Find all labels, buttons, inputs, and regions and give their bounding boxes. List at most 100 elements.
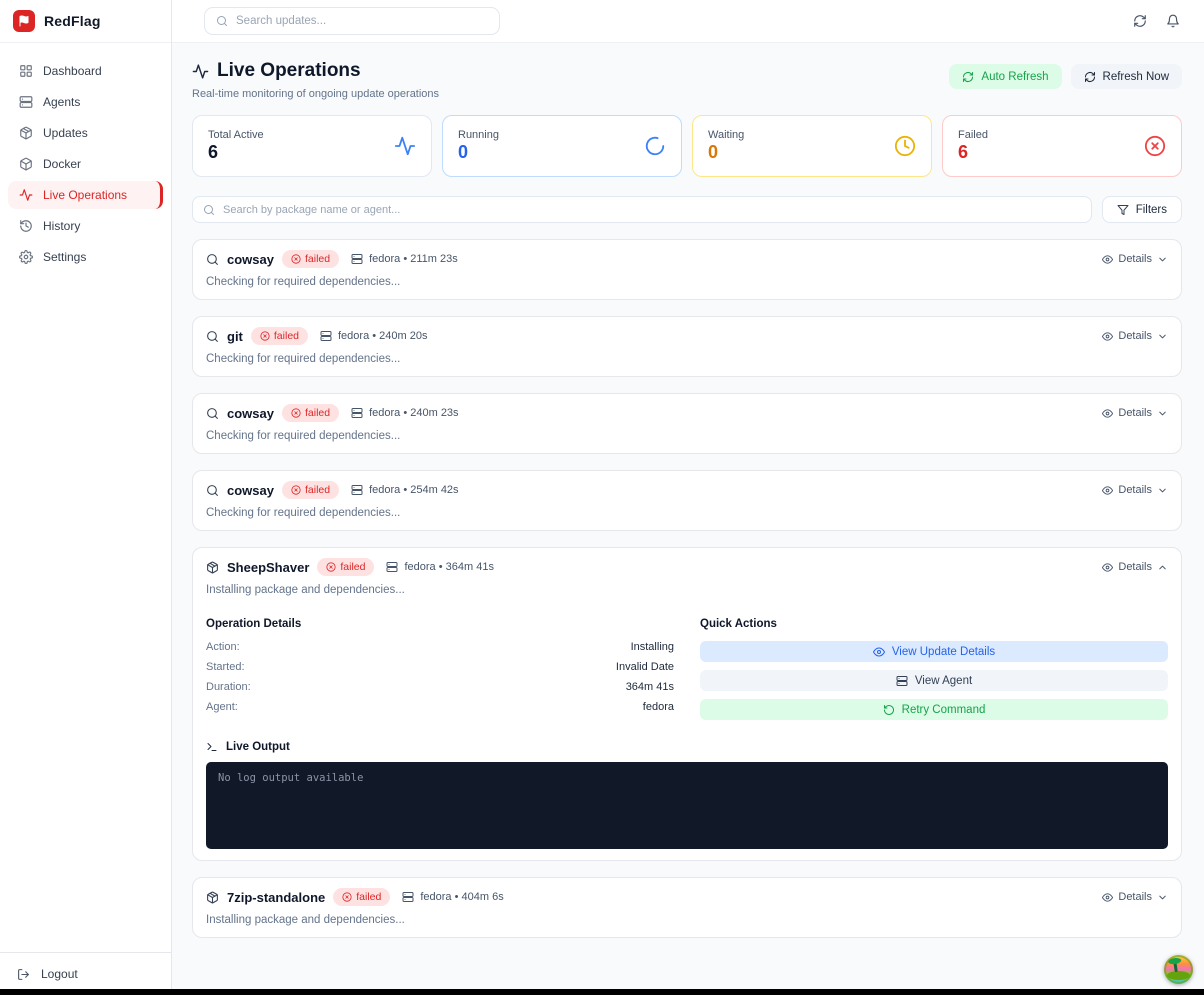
log-console[interactable]: No log output available: [206, 762, 1168, 849]
stats-row: Total Active6Running0Waiting0Failed6: [192, 115, 1182, 177]
stat-card-total-active: Total Active6: [192, 115, 432, 177]
live-output-title: Live Output: [206, 741, 1168, 753]
loader-icon: [644, 135, 666, 157]
stat-card-failed: Failed6: [942, 115, 1182, 177]
status-badge: failed: [282, 250, 339, 268]
server-icon: [351, 407, 363, 419]
expanded-panel: Operation DetailsAction:InstallingStarte…: [206, 618, 1168, 728]
island-icon: [1167, 971, 1190, 980]
logout-icon: [17, 968, 30, 981]
page-header: Live Operations Real-time monitoring of …: [192, 60, 1182, 100]
sidebar-item-agents[interactable]: Agents: [8, 88, 163, 116]
operation-card-git: gitfailedfedora • 240m 20sDetailsCheckin…: [192, 316, 1182, 377]
operation-header: cowsayfailedfedora • 240m 23sDetails: [206, 404, 1168, 422]
package-icon: [19, 126, 33, 140]
details-button[interactable]: Details: [1102, 891, 1168, 903]
status-badge: failed: [333, 888, 390, 906]
sidebar-item-live-operations[interactable]: Live Operations: [8, 181, 163, 209]
chevron-down-icon: [1157, 254, 1168, 265]
sidebar-item-docker[interactable]: Docker: [8, 150, 163, 178]
chevron-down-icon: [1157, 892, 1168, 903]
refresh-icon[interactable]: [1133, 14, 1147, 28]
refresh-icon: [1084, 71, 1096, 83]
operation-header: cowsayfailedfedora • 254m 42sDetails: [206, 481, 1168, 499]
main-area: Live Operations Real-time monitoring of …: [172, 0, 1204, 995]
global-search: [204, 7, 500, 35]
status-badge: failed: [317, 558, 374, 576]
eye-icon: [1102, 408, 1113, 419]
eye-icon: [1102, 331, 1113, 342]
package-icon: [206, 891, 219, 904]
eye-icon: [1102, 485, 1113, 496]
details-button[interactable]: Details: [1102, 407, 1168, 419]
detail-value: Invalid Date: [616, 661, 674, 673]
operation-card-cowsay: cowsayfailedfedora • 240m 23sDetailsChec…: [192, 393, 1182, 454]
operation-name: cowsay: [227, 483, 274, 498]
header-actions: Auto Refresh Refresh Now: [949, 64, 1182, 89]
operation-message: Installing package and dependencies...: [206, 584, 1168, 596]
stat-label: Running: [458, 129, 499, 141]
detail-row: Duration:364m 41s: [206, 681, 674, 693]
operation-name: git: [227, 329, 243, 344]
palm-tree-icon: [1173, 961, 1178, 972]
stat-value: 0: [708, 142, 744, 164]
bottom-bar: [0, 989, 1204, 995]
refresh-now-button[interactable]: Refresh Now: [1071, 64, 1182, 89]
stat-label: Failed: [958, 129, 988, 141]
sidebar-item-settings[interactable]: Settings: [8, 243, 163, 271]
sidebar-item-history[interactable]: History: [8, 212, 163, 240]
details-button[interactable]: Details: [1102, 330, 1168, 342]
server-icon: [896, 675, 908, 687]
sidebar-item-label: History: [43, 219, 80, 233]
stat-value: 0: [458, 142, 499, 164]
page-subtitle: Real-time monitoring of ongoing update o…: [192, 88, 439, 100]
view-agent-button[interactable]: View Agent: [700, 670, 1168, 691]
history-icon: [19, 219, 33, 233]
search-icon: [206, 253, 219, 266]
search-icon: [203, 204, 215, 216]
bell-icon[interactable]: [1166, 14, 1180, 28]
global-search-input[interactable]: [236, 15, 488, 27]
sidebar-item-dashboard[interactable]: Dashboard: [8, 57, 163, 85]
chevron-down-icon: [1157, 485, 1168, 496]
details-button[interactable]: Details: [1102, 561, 1168, 573]
view-update-details-button[interactable]: View Update Details: [700, 641, 1168, 662]
details-button[interactable]: Details: [1102, 484, 1168, 496]
operation-header: 7zip-standalonefailedfedora • 404m 6sDet…: [206, 888, 1168, 906]
sidebar-item-label: Updates: [43, 126, 88, 140]
operations-search-input[interactable]: [223, 204, 1081, 216]
stat-value: 6: [958, 142, 988, 164]
operation-meta: fedora • 211m 23s: [351, 253, 458, 265]
filters-button[interactable]: Filters: [1102, 196, 1182, 223]
server-icon: [351, 484, 363, 496]
logout-label: Logout: [41, 967, 78, 981]
operation-message: Checking for required dependencies...: [206, 507, 1168, 519]
sidebar-item-updates[interactable]: Updates: [8, 119, 163, 147]
operation-message: Checking for required dependencies...: [206, 353, 1168, 365]
quick-actions-title: Quick Actions: [700, 618, 1168, 630]
sidebar-nav: Dashboard Agents Updates Docker Live Operati…: [0, 43, 171, 952]
operation-meta: fedora • 364m 41s: [386, 561, 493, 573]
clock-icon: [894, 135, 916, 157]
operation-card-7zip-standalone: 7zip-standalonefailedfedora • 404m 6sDet…: [192, 877, 1182, 938]
search-icon: [206, 484, 219, 497]
details-button[interactable]: Details: [1102, 253, 1168, 265]
operations-search: [192, 196, 1092, 223]
retry-command-button[interactable]: Retry Command: [700, 699, 1168, 720]
status-badge: failed: [251, 327, 308, 345]
topbar-icons: [1133, 14, 1180, 28]
auto-refresh-button[interactable]: Auto Refresh: [949, 64, 1061, 89]
server-icon: [402, 891, 414, 903]
box-icon: [19, 157, 33, 171]
activity-icon: [192, 63, 209, 80]
operation-message: Checking for required dependencies...: [206, 276, 1168, 288]
gear-icon: [19, 250, 33, 264]
quick-actions-panel: Quick Actions View Update Details View Age…: [700, 618, 1168, 728]
logout-button[interactable]: Logout: [17, 967, 78, 981]
operation-name: 7zip-standalone: [227, 890, 325, 905]
operation-message: Installing package and dependencies...: [206, 914, 1168, 926]
server-icon: [320, 330, 332, 342]
island-widget-button[interactable]: [1164, 955, 1193, 984]
refresh-icon: [962, 71, 974, 83]
operation-card-cowsay: cowsayfailedfedora • 211m 23sDetailsChec…: [192, 239, 1182, 300]
